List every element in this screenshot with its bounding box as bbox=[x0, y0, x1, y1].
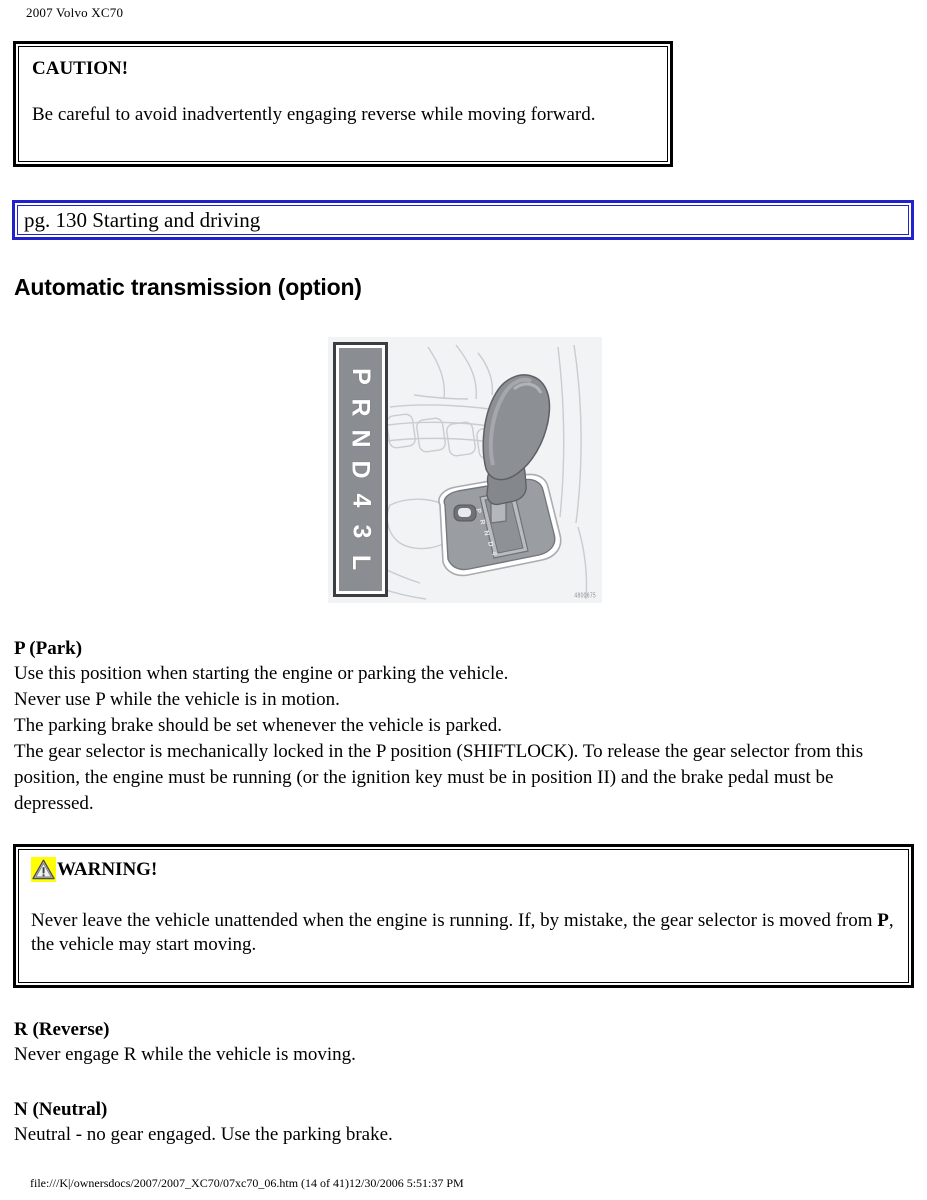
subheading-park: P (Park) bbox=[14, 638, 83, 659]
warning-box: WARNING! Never leave the vehicle unatten… bbox=[13, 844, 914, 988]
page-navigation-inner: pg. 130 Starting and driving bbox=[17, 205, 909, 235]
caution-title: CAUTION! bbox=[32, 58, 129, 79]
park-line-4: The gear selector is mechanically locked… bbox=[14, 741, 864, 814]
warning-triangle-icon bbox=[31, 857, 56, 882]
park-description: Use this position when starting the engi… bbox=[14, 661, 904, 817]
park-line-3: The parking brake should be set whenever… bbox=[14, 715, 503, 736]
figure-code-label: 4800675 bbox=[574, 591, 596, 601]
document-footer-path: file:///K|/ownersdocs/2007/2007_XC70/07x… bbox=[30, 1176, 464, 1190]
warning-box-inner: WARNING! Never leave the vehicle unatten… bbox=[18, 849, 909, 983]
warning-body-bold: P bbox=[877, 910, 889, 931]
subheading-reverse: R (Reverse) bbox=[14, 1019, 110, 1040]
gear-position-p: P bbox=[347, 368, 375, 385]
caution-box: CAUTION! Be careful to avoid inadvertent… bbox=[13, 41, 673, 167]
warning-body-part1: Never leave the vehicle unattended when … bbox=[31, 910, 878, 931]
gear-position-l: L bbox=[347, 554, 375, 571]
gear-selector-figure: P R N D 4 P R N D 4 3 L 4800675 bbox=[328, 337, 602, 603]
gear-position-4: 4 bbox=[347, 493, 375, 508]
caution-body: Be careful to avoid inadvertently engagi… bbox=[32, 104, 596, 125]
document-header-title: 2007 Volvo XC70 bbox=[26, 5, 124, 20]
park-line-2: Never use P while the vehicle is in moti… bbox=[14, 689, 340, 710]
gear-position-n: N bbox=[347, 429, 375, 448]
reverse-line-1: Never engage R while the vehicle is movi… bbox=[14, 1044, 356, 1065]
reverse-description: Never engage R while the vehicle is movi… bbox=[14, 1042, 904, 1068]
document-page: 2007 Volvo XC70 CAUTION! Be careful to a… bbox=[0, 0, 927, 1200]
gear-position-3: 3 bbox=[347, 524, 375, 539]
warning-title-row: WARNING! bbox=[31, 857, 896, 882]
neutral-description: Neutral - no gear engaged. Use the parki… bbox=[14, 1122, 904, 1148]
warning-body: Never leave the vehicle unattended when … bbox=[31, 909, 896, 957]
caution-box-inner: CAUTION! Be careful to avoid inadvertent… bbox=[18, 46, 668, 162]
subheading-neutral: N (Neutral) bbox=[14, 1099, 108, 1120]
neutral-line-1: Neutral - no gear engaged. Use the parki… bbox=[14, 1124, 393, 1145]
gear-position-panel: P R N D 4 3 L bbox=[339, 348, 382, 591]
page-title: Automatic transmission (option) bbox=[14, 274, 362, 300]
gear-position-r: R bbox=[347, 398, 375, 417]
page-navigation-box[interactable]: pg. 130 Starting and driving bbox=[12, 200, 914, 240]
page-navigation-label[interactable]: pg. 130 Starting and driving bbox=[24, 208, 260, 233]
warning-title: WARNING! bbox=[57, 859, 158, 880]
gear-position-d: D bbox=[347, 460, 375, 479]
park-line-1: Use this position when starting the engi… bbox=[14, 663, 509, 684]
